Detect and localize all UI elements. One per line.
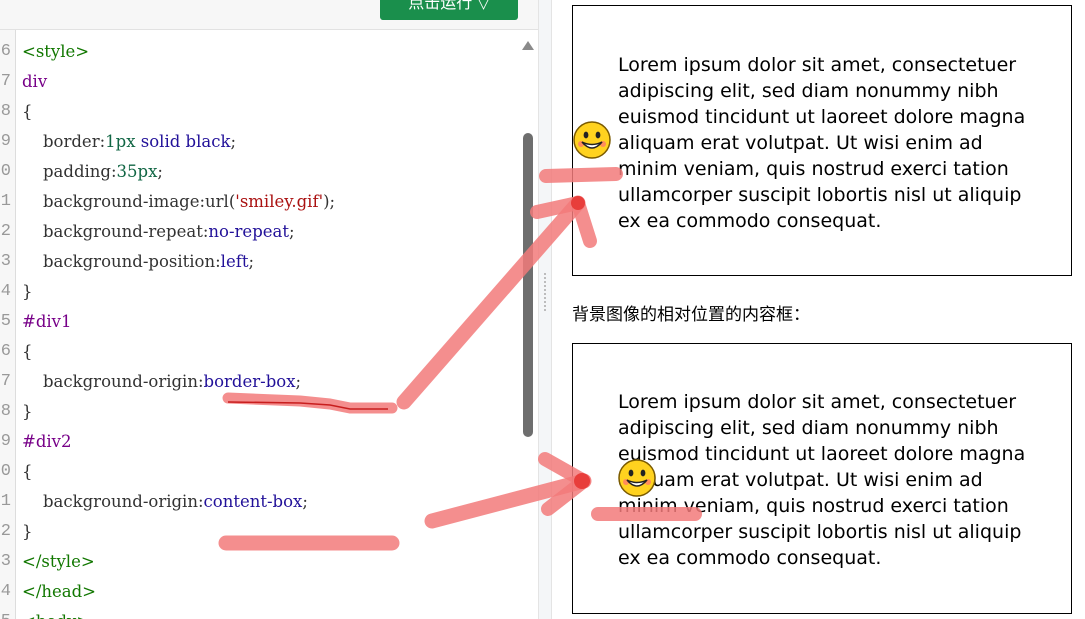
line-number: 0	[0, 162, 11, 181]
smiley-icon	[573, 121, 611, 159]
code-line[interactable]: background-repeat:no-repeat;	[22, 217, 295, 247]
code-line[interactable]: {	[22, 97, 33, 127]
code-token: <style>	[22, 42, 90, 61]
code-token: 'smiley.gif'	[235, 192, 324, 211]
code-line[interactable]: }	[22, 517, 33, 547]
line-number: 1	[0, 192, 11, 211]
code-token: ;	[295, 372, 302, 391]
code-line[interactable]: </style>	[22, 547, 95, 577]
code-token: background-origin:	[22, 492, 204, 511]
line-number: 7	[0, 72, 11, 91]
code-line[interactable]: background-origin:border-box;	[22, 367, 301, 397]
code-line[interactable]: border:1px solid black;	[22, 127, 236, 157]
code-token: {	[22, 102, 33, 121]
scrollbar-thumb[interactable]	[523, 133, 533, 437]
code-token: background-repeat:	[22, 222, 209, 241]
code-token: }	[22, 522, 33, 541]
code-token: #div1	[22, 312, 72, 331]
code-token: }	[22, 402, 33, 421]
line-number: 3	[0, 252, 11, 271]
code-line[interactable]: padding:35px;	[22, 157, 163, 187]
line-number: 6	[0, 342, 11, 361]
splitter-grip-icon[interactable]	[543, 272, 547, 312]
code-token: ;	[302, 492, 308, 511]
line-number: 2	[0, 222, 11, 241]
code-token: div	[22, 72, 48, 91]
line-number-gutter: 6 7 8 9 0 1 2 3 4 5 6 7 8 9 0 1 2 3 4 5	[0, 30, 16, 619]
code-token: left	[220, 252, 249, 271]
line-number: 5	[0, 312, 11, 331]
line-number: 4	[0, 282, 11, 301]
code-line[interactable]: </head>	[22, 577, 96, 607]
line-number: 2	[0, 522, 11, 541]
run-button[interactable]: 点击运行 ▽	[380, 0, 518, 20]
code-token: }	[22, 282, 33, 301]
code-token: ;	[248, 252, 255, 271]
line-number: 7	[0, 372, 11, 391]
code-line[interactable]: #div1	[22, 307, 71, 337]
code-token: no-repeat	[208, 222, 289, 241]
code-token: {	[22, 462, 33, 481]
line-number: 3	[0, 552, 11, 571]
code-line[interactable]: <style>	[22, 37, 89, 67]
demo-box-text: Lorem ipsum dolor sit amet, consectetuer…	[618, 54, 1026, 232]
code-token: solid black	[135, 132, 231, 151]
code-editor-pane[interactable]: 点击运行 ▽ 67890123456789012345 <style>div{ …	[0, 0, 538, 619]
code-token: padding:	[22, 162, 117, 181]
code-line[interactable]: {	[22, 457, 33, 487]
code-token: ;	[157, 162, 163, 181]
code-token: </head>	[22, 582, 97, 601]
code-token: border:	[22, 132, 106, 151]
line-number: 9	[0, 432, 11, 451]
caption-content-box: 背景图像的相对位置的内容框：	[572, 305, 810, 325]
smiley-icon	[618, 459, 656, 497]
line-number: 1	[0, 492, 11, 511]
scroll-up-arrow-icon[interactable]	[522, 41, 534, 50]
line-number: 8	[0, 402, 11, 421]
code-line[interactable]: background-origin:content-box;	[22, 487, 308, 517]
line-number: 0	[0, 462, 11, 481]
result-pane: Lorem ipsum dolor sit amet, consectetuer…	[552, 0, 1085, 619]
code-token: background-image:url(	[22, 192, 236, 211]
pane-splitter[interactable]	[538, 0, 552, 619]
code-token: ;	[289, 222, 295, 241]
demo-box-border-box: Lorem ipsum dolor sit amet, consectetuer…	[572, 5, 1072, 276]
editor-toolbar: 点击运行 ▽	[0, 0, 538, 30]
code-line[interactable]: <body>	[22, 607, 90, 619]
code-token: content-box	[203, 492, 303, 511]
line-number: 6	[0, 42, 11, 61]
code-token: 1px	[105, 132, 136, 151]
code-token: #div2	[22, 432, 72, 451]
code-token: <body>	[22, 612, 90, 619]
code-token: ;	[230, 132, 237, 151]
code-token: background-position:	[22, 252, 221, 271]
code-token: );	[323, 192, 336, 211]
code-token: 35px	[116, 162, 158, 181]
line-number: 8	[0, 102, 11, 121]
code-line[interactable]: {	[22, 337, 33, 367]
code-token: background-origin:	[22, 372, 204, 391]
code-line[interactable]: background-position:left;	[22, 247, 254, 277]
code-token: {	[22, 342, 33, 361]
code-token: border-box	[203, 372, 296, 391]
code-line[interactable]: background-image:url('smiley.gif');	[22, 187, 335, 217]
code-token: </style>	[22, 552, 95, 571]
code-line[interactable]: }	[22, 397, 33, 427]
code-line[interactable]: }	[22, 277, 33, 307]
code-line[interactable]: #div2	[22, 427, 71, 457]
demo-box-text: Lorem ipsum dolor sit amet, consectetuer…	[618, 391, 1026, 569]
line-number: 4	[0, 582, 11, 601]
line-number: 9	[0, 132, 11, 151]
code-line[interactable]: div	[22, 67, 47, 97]
line-number: 5	[0, 607, 11, 619]
